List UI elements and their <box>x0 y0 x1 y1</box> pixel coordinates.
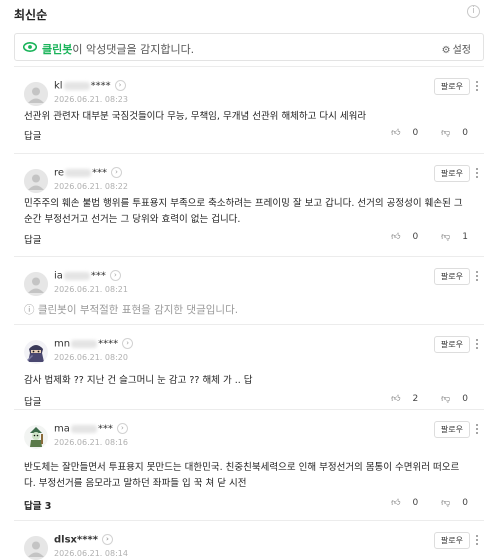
cleanbot-hidden-notice: ⓘ 클린봇이 부적절한 표현을 감지한 댓글입니다. <box>24 304 239 316</box>
thumbs-up-icon: 👍︎ <box>391 128 401 138</box>
thumbs-down-icon: 👎︎ <box>441 394 451 404</box>
thumbs-up-icon: 👍︎ <box>391 232 401 242</box>
chevron-right-icon[interactable]: › <box>109 270 121 281</box>
chevron-right-icon[interactable]: › <box>122 338 134 349</box>
comment-date: 2026.06.21. 08:16 <box>54 438 128 447</box>
like-button[interactable]: 👍︎ 0 <box>381 128 418 138</box>
like-button[interactable]: 👍︎ 0 <box>381 498 418 508</box>
chevron-right-icon[interactable]: › <box>116 423 128 434</box>
avatar[interactable] <box>24 536 48 560</box>
comment-text: 감사 법제화 ?? 지난 건 슬그머니 눈 감고 ?? 해체 가 .. 답 <box>24 375 253 386</box>
comment-date: 2026.06.21. 08:14 <box>54 549 128 558</box>
chevron-right-icon[interactable]: › <box>114 80 126 91</box>
username[interactable]: ia *** › <box>54 270 121 282</box>
comment-text: 민주주의 훼손 불법 행위를 투표용지 부족으로 축소하려는 프레이밍 잘 보고… <box>24 198 463 225</box>
reply-button[interactable]: 답글 <box>24 128 41 142</box>
vote-buttons: 👍︎ 0 👎︎ 0 <box>371 498 468 508</box>
avatar[interactable] <box>24 82 48 106</box>
username[interactable]: dlsx**** › <box>54 534 113 546</box>
info-icon[interactable]: i <box>467 5 480 18</box>
like-button[interactable]: 👍︎ 0 <box>381 232 418 242</box>
cleanbot-eye-icon <box>23 42 37 52</box>
follow-button[interactable]: 팔로우 <box>433 165 470 182</box>
username[interactable]: mn **** › <box>54 338 134 350</box>
reply-button[interactable]: 답글 <box>24 394 41 408</box>
avatar[interactable] <box>24 272 48 296</box>
dislike-button[interactable]: 👎︎ 0 <box>431 394 468 404</box>
gear-icon: ⚙ <box>441 45 451 56</box>
alert-circle-icon: ⓘ <box>24 304 38 316</box>
thumbs-up-icon: 👍︎ <box>391 498 401 508</box>
more-options-icon[interactable] <box>474 270 480 282</box>
dislike-button[interactable]: 👎︎ 1 <box>431 232 468 242</box>
more-options-icon[interactable] <box>474 80 480 92</box>
cleanbot-message: 클린봇이 악성댓글을 감지합니다. <box>42 41 194 57</box>
reply-button[interactable]: 답글 3 <box>24 498 51 512</box>
comment-item: kl **** › 2026.06.21. 08:23 팔로우 선관위 관련자 대부… <box>14 66 484 153</box>
comment-item: ma *** › 2026.06.21. 08:16 팔로우 반도체는 잘만들면서 … <box>14 409 484 520</box>
comment-item: ia *** › 2026.06.21. 08:21 팔로우 ⓘ 클린봇이 부적절한… <box>14 256 484 324</box>
more-options-icon[interactable] <box>474 167 480 179</box>
cleanbot-text: 이 악성댓글을 감지합니다. <box>72 43 195 56</box>
comment-text: 선관위 관련자 대부분 국짐것들이다 무능, 무책임, 무개념 선관위 해체하고… <box>24 111 367 122</box>
comment-item: dlsx**** › 2026.06.21. 08:14 팔로우 <box>14 520 484 560</box>
comment-header: 최신순 i <box>0 0 500 24</box>
comment-date: 2026.06.21. 08:21 <box>54 285 128 294</box>
vote-buttons: 👍︎ 0 👎︎ 1 <box>371 232 468 242</box>
comment-date: 2026.06.21. 08:20 <box>54 353 128 362</box>
username[interactable]: ma *** › <box>54 423 128 435</box>
more-options-icon[interactable] <box>474 338 480 350</box>
follow-button[interactable]: 팔로우 <box>433 421 470 438</box>
username[interactable]: kl **** › <box>54 80 126 92</box>
settings-label: 설정 <box>452 45 471 56</box>
comment-text: 반도체는 잘만들면서 투표용지 못만드는 대한민국. 친중친북세력으로 인해 부… <box>24 462 460 489</box>
chevron-right-icon[interactable]: › <box>111 167 123 178</box>
follow-button[interactable]: 팔로우 <box>433 268 470 285</box>
follow-button[interactable]: 팔로우 <box>433 532 470 549</box>
avatar[interactable] <box>24 169 48 193</box>
cleanbot-banner: 클린봇이 악성댓글을 감지합니다. ⚙ 설정 <box>14 33 484 61</box>
thumbs-up-icon: 👍︎ <box>391 394 401 404</box>
avatar[interactable] <box>24 425 48 449</box>
avatar[interactable] <box>24 340 48 364</box>
username[interactable]: re *** › <box>54 167 123 179</box>
thumbs-down-icon: 👎︎ <box>441 128 451 138</box>
comment-item: mn **** › 2026.06.21. 08:20 팔로우 감사 법제화 ?? … <box>14 324 484 409</box>
comment-date: 2026.06.21. 08:22 <box>54 182 128 191</box>
vote-buttons: 👍︎ 2 👎︎ 0 <box>371 394 468 404</box>
vote-buttons: 👍︎ 0 👎︎ 0 <box>371 128 468 138</box>
more-options-icon[interactable] <box>474 423 480 435</box>
like-button[interactable]: 👍︎ 2 <box>381 394 418 404</box>
follow-button[interactable]: 팔로우 <box>433 336 470 353</box>
thumbs-down-icon: 👎︎ <box>441 232 451 242</box>
dislike-button[interactable]: 👎︎ 0 <box>431 498 468 508</box>
more-options-icon[interactable] <box>474 534 480 546</box>
comment-date: 2026.06.21. 08:23 <box>54 95 128 104</box>
reply-button[interactable]: 답글 <box>24 232 41 246</box>
sort-order-label[interactable]: 최신순 <box>14 6 47 23</box>
dislike-button[interactable]: 👎︎ 0 <box>431 128 468 138</box>
cleanbot-brand: 클린봇 <box>42 43 73 56</box>
chevron-right-icon[interactable]: › <box>101 534 113 545</box>
follow-button[interactable]: 팔로우 <box>433 78 470 95</box>
comment-item: re *** › 2026.06.21. 08:22 팔로우 민주주의 훼손 불법 … <box>14 153 484 256</box>
thumbs-down-icon: 👎︎ <box>441 498 451 508</box>
cleanbot-settings-button[interactable]: ⚙ 설정 <box>442 41 471 56</box>
